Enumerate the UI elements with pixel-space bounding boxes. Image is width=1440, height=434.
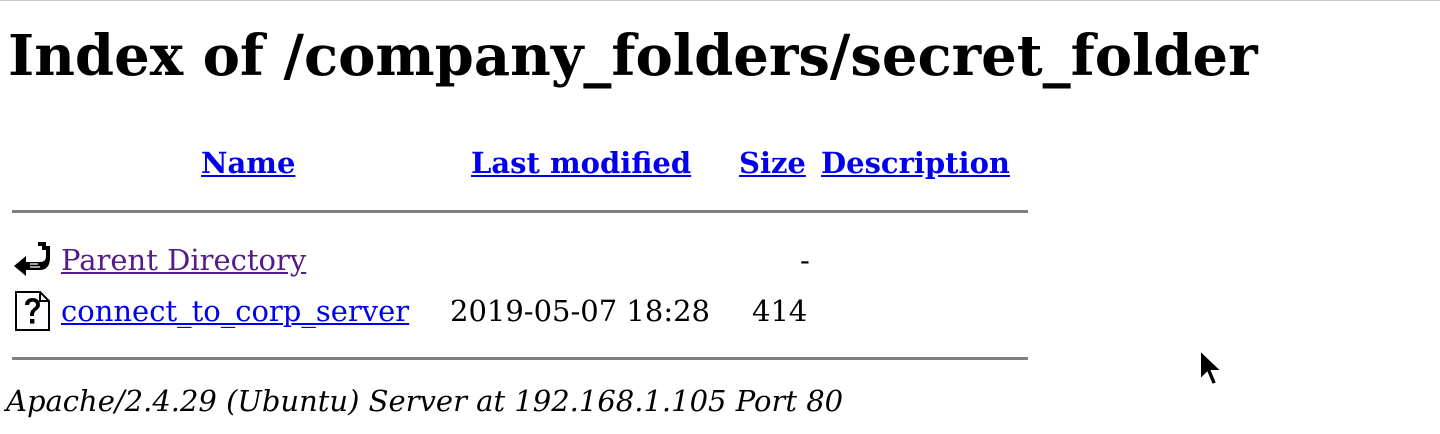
last-modified-cell: 2019-05-07 18:28 [450,294,710,328]
mouse-cursor-icon [1199,348,1225,387]
file-link-connect-to-corp-server[interactable]: connect_to_corp_server [61,291,409,331]
page-title: Index of /company_folders/secret_folder [8,23,1258,89]
column-header-size[interactable]: Size [739,143,806,183]
top-border [0,0,1440,1]
server-signature: Apache/2.4.29 (Ubuntu) Server at 192.168… [6,384,844,418]
column-header-name[interactable]: Name [201,143,295,183]
size-cell: - [800,243,810,277]
unknown-file-icon [15,291,50,331]
parent-directory-link[interactable]: Parent Directory [61,240,306,280]
header-divider [12,210,1028,213]
column-header-last-modified[interactable]: Last modified [471,143,691,183]
column-header-description[interactable]: Description [821,143,1010,183]
size-cell: 414 [752,294,808,328]
footer-divider [12,357,1028,360]
back-arrow-icon [14,242,50,276]
